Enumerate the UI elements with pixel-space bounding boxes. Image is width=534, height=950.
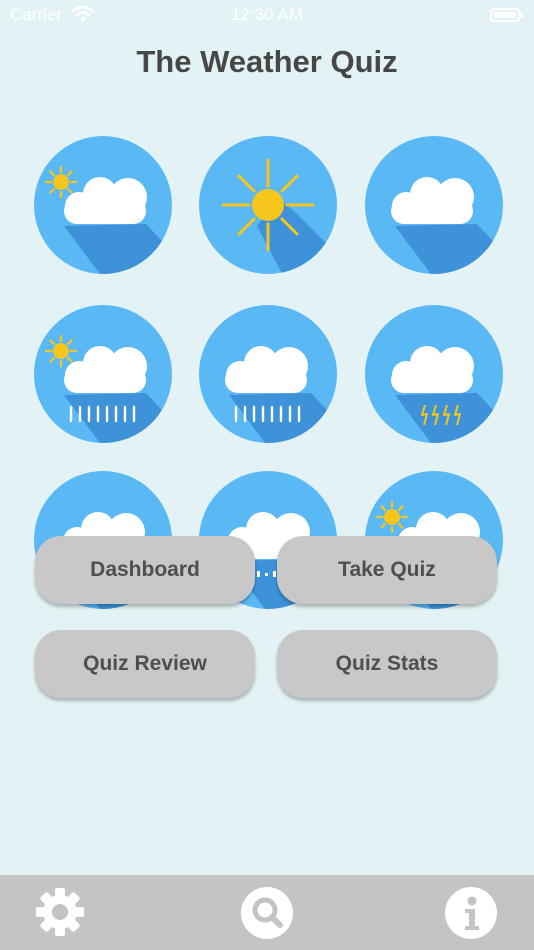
search-icon[interactable] bbox=[240, 886, 294, 945]
rain-icon bbox=[199, 305, 337, 443]
status-bar: Carrier 12:30 AM bbox=[0, 0, 534, 30]
sun-icon bbox=[199, 136, 337, 274]
status-time: 12:30 AM bbox=[231, 5, 303, 24]
info-icon[interactable] bbox=[444, 886, 498, 945]
partly-cloudy-icon bbox=[34, 136, 172, 274]
thunderstorm-icon bbox=[365, 305, 503, 443]
quiz-stats-button[interactable]: Quiz Stats bbox=[277, 630, 497, 698]
tab-bar bbox=[0, 875, 534, 950]
take-quiz-button[interactable]: Take Quiz bbox=[277, 536, 497, 604]
quiz-review-button[interactable]: Quiz Review bbox=[35, 630, 255, 698]
gear-icon[interactable] bbox=[34, 886, 86, 943]
page-title: The Weather Quiz bbox=[136, 44, 398, 79]
sun-rain-icon bbox=[34, 305, 172, 443]
cloud-icon bbox=[365, 136, 503, 274]
battery-icon bbox=[490, 8, 523, 22]
dashboard-button[interactable]: Dashboard bbox=[35, 536, 255, 604]
